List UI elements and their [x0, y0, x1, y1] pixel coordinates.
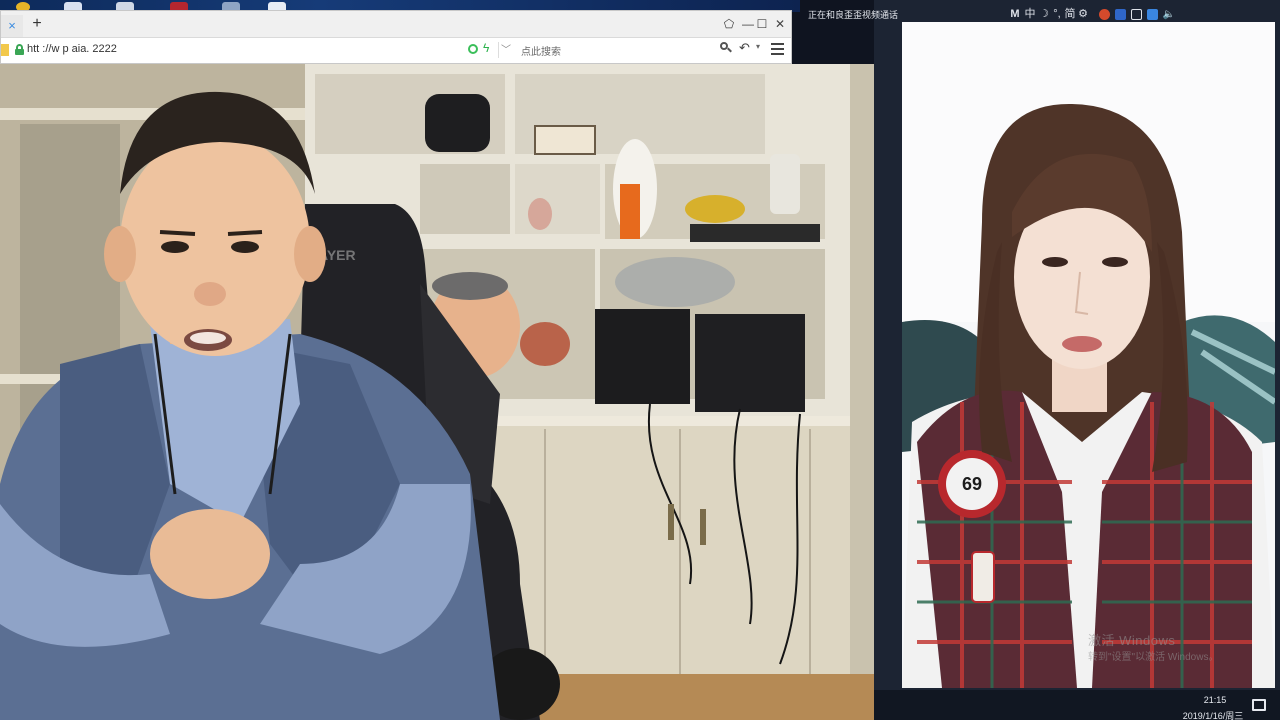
clock-time[interactable]: 21:15 [1185, 695, 1245, 705]
moon-icon[interactable]: ☽ [1038, 8, 1050, 21]
search-icon[interactable] [720, 42, 732, 54]
new-tab-button[interactable]: + [28, 14, 46, 34]
address-bar-row: htt ://w p aia. 2222 ϟ ﹀ 点此搜索 ↶ ▾ [1, 37, 791, 63]
notification-center-icon[interactable] [1252, 699, 1266, 711]
divider [498, 42, 499, 58]
browser-window: × + ⬠ — ☐ ✕ htt ://w p aia. 2222 ϟ ﹀ 点此搜… [0, 10, 792, 64]
speed-mode-icon[interactable]: ϟ [483, 41, 489, 55]
left-video-feed: AYER [0, 64, 874, 720]
favorites-icon[interactable] [1, 44, 9, 56]
url-input[interactable]: htt ://w p aia. 2222 [27, 43, 117, 55]
ime-mode-icon[interactable]: M [1009, 8, 1021, 21]
bluetooth-icon[interactable] [1147, 9, 1158, 20]
settings-icon[interactable]: ⚙ [1077, 8, 1089, 21]
remote-video-image: 69 [902, 22, 1275, 688]
chevron-down-icon[interactable]: ﹀ [501, 41, 511, 56]
punctuation-icon[interactable]: °, [1050, 8, 1064, 21]
search-placeholder: 点此搜索 [521, 47, 561, 58]
ime-language-indicator[interactable]: 中 [1024, 8, 1036, 21]
volume-icon[interactable]: 🔈 [1162, 8, 1176, 21]
clock-date[interactable]: 2019/1/16/周三 [1180, 709, 1246, 720]
activate-windows-hint: 转到"设置"以激活 Windows。 [1088, 652, 1219, 663]
undo-icon[interactable]: ↶ [739, 40, 750, 56]
menu-icon[interactable] [771, 43, 784, 55]
remote-video-feed: 69 激活 Windows 转到"设置"以激活 Windows。 [902, 22, 1275, 688]
antivirus-icon[interactable] [1099, 9, 1110, 20]
network-icon[interactable] [1131, 9, 1142, 20]
browser-tab-bar: × + ⬠ — ☐ ✕ [1, 11, 791, 37]
search-input[interactable]: 点此搜索 [514, 40, 734, 60]
svg-text:69: 69 [962, 474, 982, 494]
app-tray-icon[interactable] [1115, 9, 1126, 20]
lock-icon[interactable] [15, 44, 24, 55]
call-window-title: 正在和良歪歪视频通话 [808, 10, 899, 20]
maximize-button[interactable]: ☐ [753, 15, 771, 33]
skin-icon[interactable]: ⬠ [720, 15, 738, 33]
activate-windows-watermark: 激活 Windows [1088, 633, 1176, 648]
close-window-button[interactable]: ✕ [771, 15, 789, 33]
ime-simplified-indicator[interactable]: 简 [1064, 8, 1076, 21]
chevron-down-icon[interactable]: ▾ [756, 42, 760, 51]
refresh-icon[interactable] [468, 44, 478, 54]
left-video-image: AYER [0, 64, 874, 720]
tab-close-button[interactable]: × [1, 15, 23, 37]
